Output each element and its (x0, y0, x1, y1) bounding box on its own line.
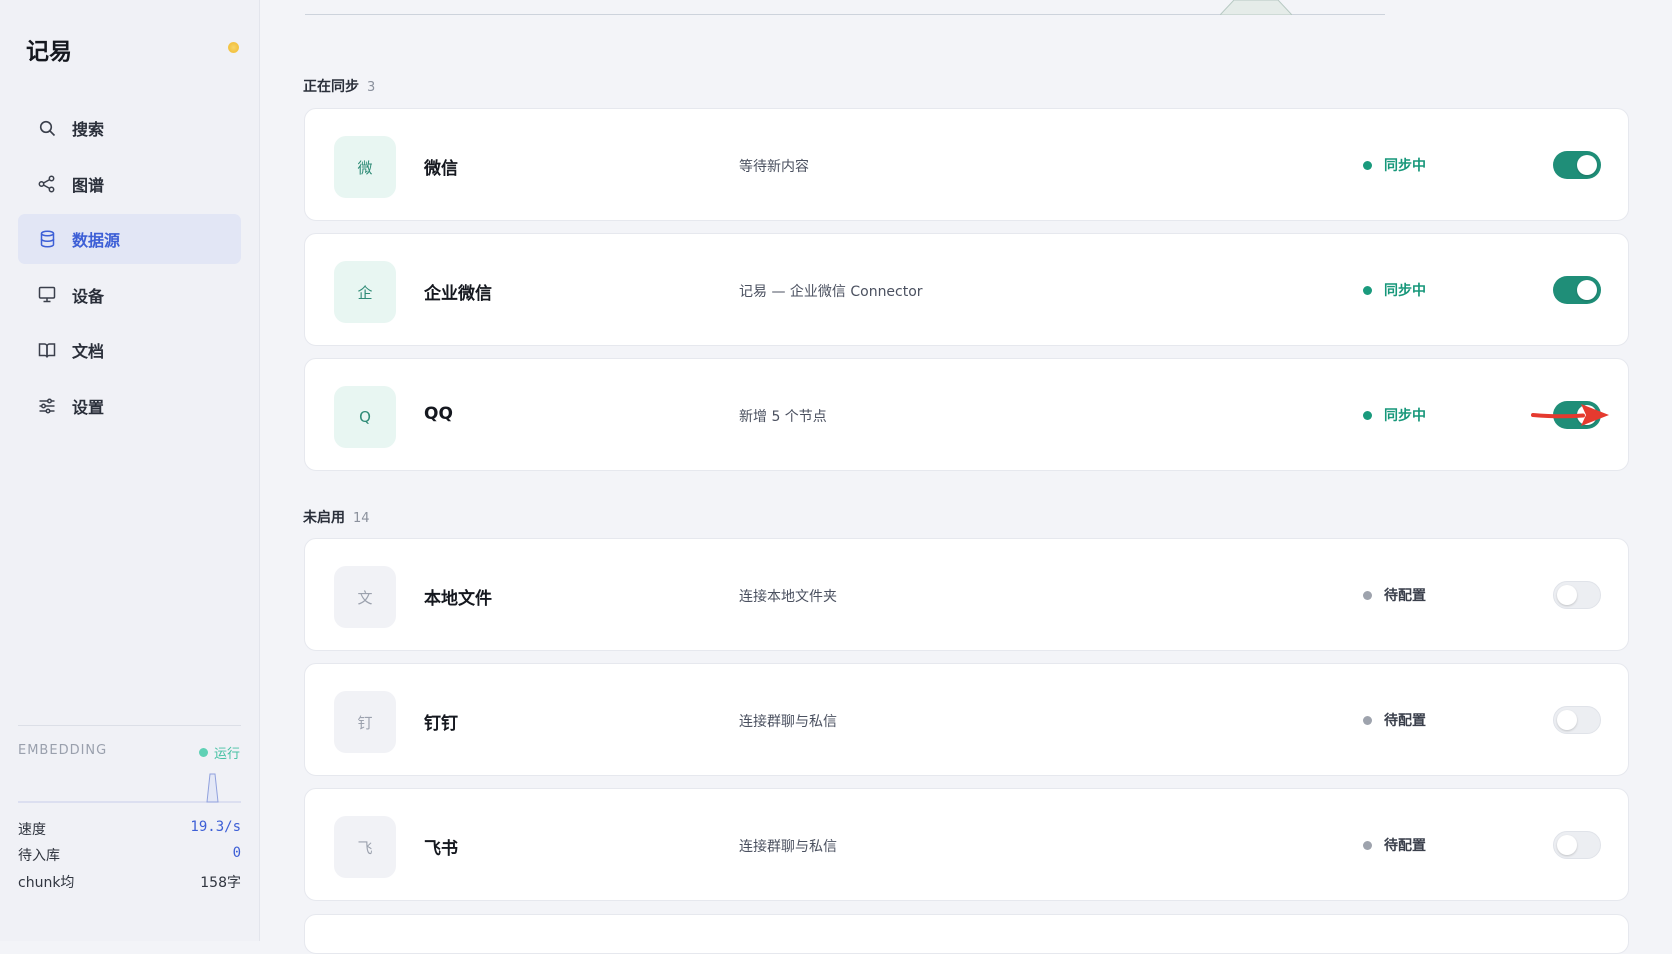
share-graph-icon (38, 175, 56, 193)
stat-key: 待入库 (18, 848, 60, 864)
section-title-text: 未启用 (303, 510, 345, 526)
book-icon (38, 341, 56, 359)
stat-key: chunk均 (18, 875, 75, 891)
enable-toggle[interactable] (1553, 151, 1601, 179)
datasource-card-local-files[interactable]: 文 本地文件 连接本地文件夹 待配置 (304, 538, 1629, 651)
datasource-card-partial[interactable] (304, 914, 1629, 954)
datasource-desc: 连接群聊与私信 (739, 714, 837, 730)
wechat-icon: 微 (334, 136, 396, 198)
sidebar-item-devices[interactable]: 设备 (18, 270, 241, 320)
status-badge: 待配置 (1363, 710, 1426, 730)
enable-toggle[interactable] (1553, 706, 1601, 734)
sidebar-item-label: 搜索 (72, 120, 105, 139)
embedding-status: 运行 (199, 743, 240, 762)
datasource-desc: 记易 — 企业微信 Connector (739, 284, 923, 300)
main-content: 正在同步 3 微 微信 等待新内容 同步中 企 企业微信 记易 — 企业微信 Co… (260, 0, 1672, 954)
status-star-icon (228, 42, 239, 53)
section-title-text: 正在同步 (303, 79, 359, 95)
sidebar-item-label: 数据源 (72, 231, 121, 250)
toggle-knob (1557, 710, 1577, 730)
file-icon: 文 (334, 566, 396, 628)
enable-toggle[interactable] (1553, 831, 1601, 859)
status-dot-icon (199, 748, 208, 757)
stat-value: 0 (232, 845, 241, 861)
enable-toggle[interactable] (1553, 276, 1601, 304)
status-label: 同步中 (1384, 408, 1426, 424)
sidebar-item-label: 文档 (72, 342, 105, 361)
sidebar-nav: 搜索 图谱 数据源 设备 文档 设置 (18, 103, 241, 436)
datasource-name: 企业微信 (424, 284, 492, 304)
embedding-stat-pending: 待入库 0 (18, 845, 241, 865)
datasource-name: QQ (424, 404, 453, 424)
wecom-icon: 企 (334, 261, 396, 323)
search-icon (38, 119, 56, 137)
datasource-card-wechat[interactable]: 微 微信 等待新内容 同步中 (304, 108, 1629, 221)
status-label: 待配置 (1384, 713, 1426, 729)
status-dot-icon (1363, 410, 1372, 420)
stat-value: 19.3/s (190, 819, 241, 835)
stat-value: 158字 (200, 875, 241, 891)
status-badge: 同步中 (1363, 280, 1426, 300)
sidebar-item-settings[interactable]: 设置 (18, 381, 241, 431)
status-badge: 同步中 (1363, 405, 1426, 425)
status-badge: 待配置 (1363, 585, 1426, 605)
datasource-name: 微信 (424, 159, 458, 179)
sidebar-item-label: 设备 (72, 286, 105, 306)
section-title-syncing: 正在同步 3 (303, 76, 375, 96)
datasource-name: 钉钉 (424, 714, 458, 734)
feishu-icon: 飞 (334, 816, 396, 878)
app-logo-title: 记易 (26, 39, 72, 65)
sidebar-item-label: 设置 (72, 397, 105, 417)
toggle-knob (1577, 155, 1597, 175)
embedding-stat-chunk-avg: chunk均 158字 (18, 872, 241, 892)
sidebar-item-datasource[interactable]: 数据源 (18, 214, 241, 264)
database-icon (38, 230, 56, 248)
datasource-name: 飞书 (424, 839, 458, 859)
embedding-sparkline (18, 773, 241, 803)
section-count: 3 (367, 80, 376, 95)
arrow-annotation-icon (1531, 404, 1609, 426)
datasource-name: 本地文件 (424, 589, 492, 609)
embedding-title: EMBEDDING (18, 743, 108, 758)
monitor-icon (38, 286, 56, 304)
datasource-card-qq[interactable]: Q QQ 新增 5 个节点 同步中 (304, 358, 1629, 471)
status-badge: 待配置 (1363, 835, 1426, 855)
dingtalk-icon: 钉 (334, 691, 396, 753)
datasource-card-feishu[interactable]: 飞 飞书 连接群聊与私信 待配置 (304, 788, 1629, 901)
section-title-disabled: 未启用 14 (303, 507, 370, 527)
status-label: 同步中 (1384, 158, 1426, 174)
datasource-desc: 连接群聊与私信 (739, 839, 837, 855)
status-label: 待配置 (1384, 838, 1426, 854)
toggle-knob (1557, 835, 1577, 855)
stat-key: 速度 (18, 822, 46, 838)
sidebar-item-search[interactable]: 搜索 (18, 103, 241, 153)
embedding-stat-speed: 速度 19.3/s (18, 819, 241, 839)
top-chart-peak (1220, 0, 1292, 15)
status-dot-icon (1363, 285, 1372, 295)
enable-toggle[interactable] (1553, 581, 1601, 609)
embedding-status-label: 运行 (214, 747, 241, 762)
status-dot-icon (1363, 715, 1372, 725)
status-dot-icon (1363, 840, 1372, 850)
section-count: 14 (353, 511, 370, 526)
sliders-icon (38, 397, 56, 415)
status-dot-icon (1363, 590, 1372, 600)
sidebar-item-label: 图谱 (72, 175, 105, 195)
status-label: 同步中 (1384, 283, 1426, 299)
sidebar-item-graph[interactable]: 图谱 (18, 159, 241, 209)
datasource-desc: 等待新内容 (739, 159, 809, 175)
status-dot-icon (1363, 160, 1372, 170)
toggle-knob (1557, 585, 1577, 605)
embedding-divider (18, 725, 241, 726)
datasource-desc: 新增 5 个节点 (739, 409, 827, 425)
datasource-desc: 连接本地文件夹 (739, 589, 837, 605)
status-label: 待配置 (1384, 588, 1426, 604)
sidebar-item-docs[interactable]: 文档 (18, 325, 241, 375)
qq-icon: Q (334, 386, 396, 448)
status-badge: 同步中 (1363, 155, 1426, 175)
sidebar: 记易 搜索 图谱 数据源 设备 文档 设置 EMBEDDING 运行 速度 19… (0, 0, 260, 941)
toggle-knob (1577, 280, 1597, 300)
datasource-card-wecom[interactable]: 企 企业微信 记易 — 企业微信 Connector 同步中 (304, 233, 1629, 346)
datasource-card-dingtalk[interactable]: 钉 钉钉 连接群聊与私信 待配置 (304, 663, 1629, 776)
